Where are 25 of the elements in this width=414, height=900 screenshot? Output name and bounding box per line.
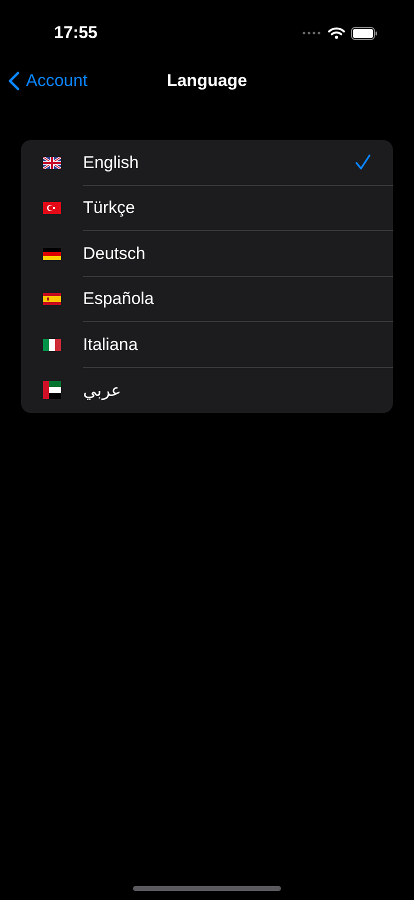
battery-icon (351, 26, 378, 40)
language-row[interactable]: Italiana (21, 322, 393, 368)
language-row[interactable]: Deutsch (21, 231, 393, 276)
flag-icon (43, 248, 61, 260)
language-label: Türkçe (83, 197, 136, 219)
flag-icon (43, 293, 61, 306)
language-row[interactable]: Española (21, 276, 393, 322)
flag-icon (43, 156, 61, 169)
language-label: Española (83, 288, 155, 310)
language-label: English (83, 152, 140, 174)
language-label: عربي (83, 380, 122, 402)
chevron-left-icon (8, 71, 20, 91)
status-time: 17:55 (54, 22, 98, 44)
page-title: Language (166, 70, 248, 92)
language-label: Italiana (83, 334, 139, 356)
language-row[interactable]: Türkçe (21, 186, 393, 231)
wifi-icon (328, 27, 345, 39)
language-label: Deutsch (83, 242, 146, 264)
language-row[interactable]: English (21, 140, 393, 186)
flag-icon (43, 202, 61, 214)
language-row[interactable]: عربي (21, 368, 393, 413)
back-button[interactable]: Account (8, 68, 88, 94)
flag-icon (43, 381, 61, 400)
signal-icon (302, 31, 322, 35)
flag-icon (43, 338, 61, 351)
